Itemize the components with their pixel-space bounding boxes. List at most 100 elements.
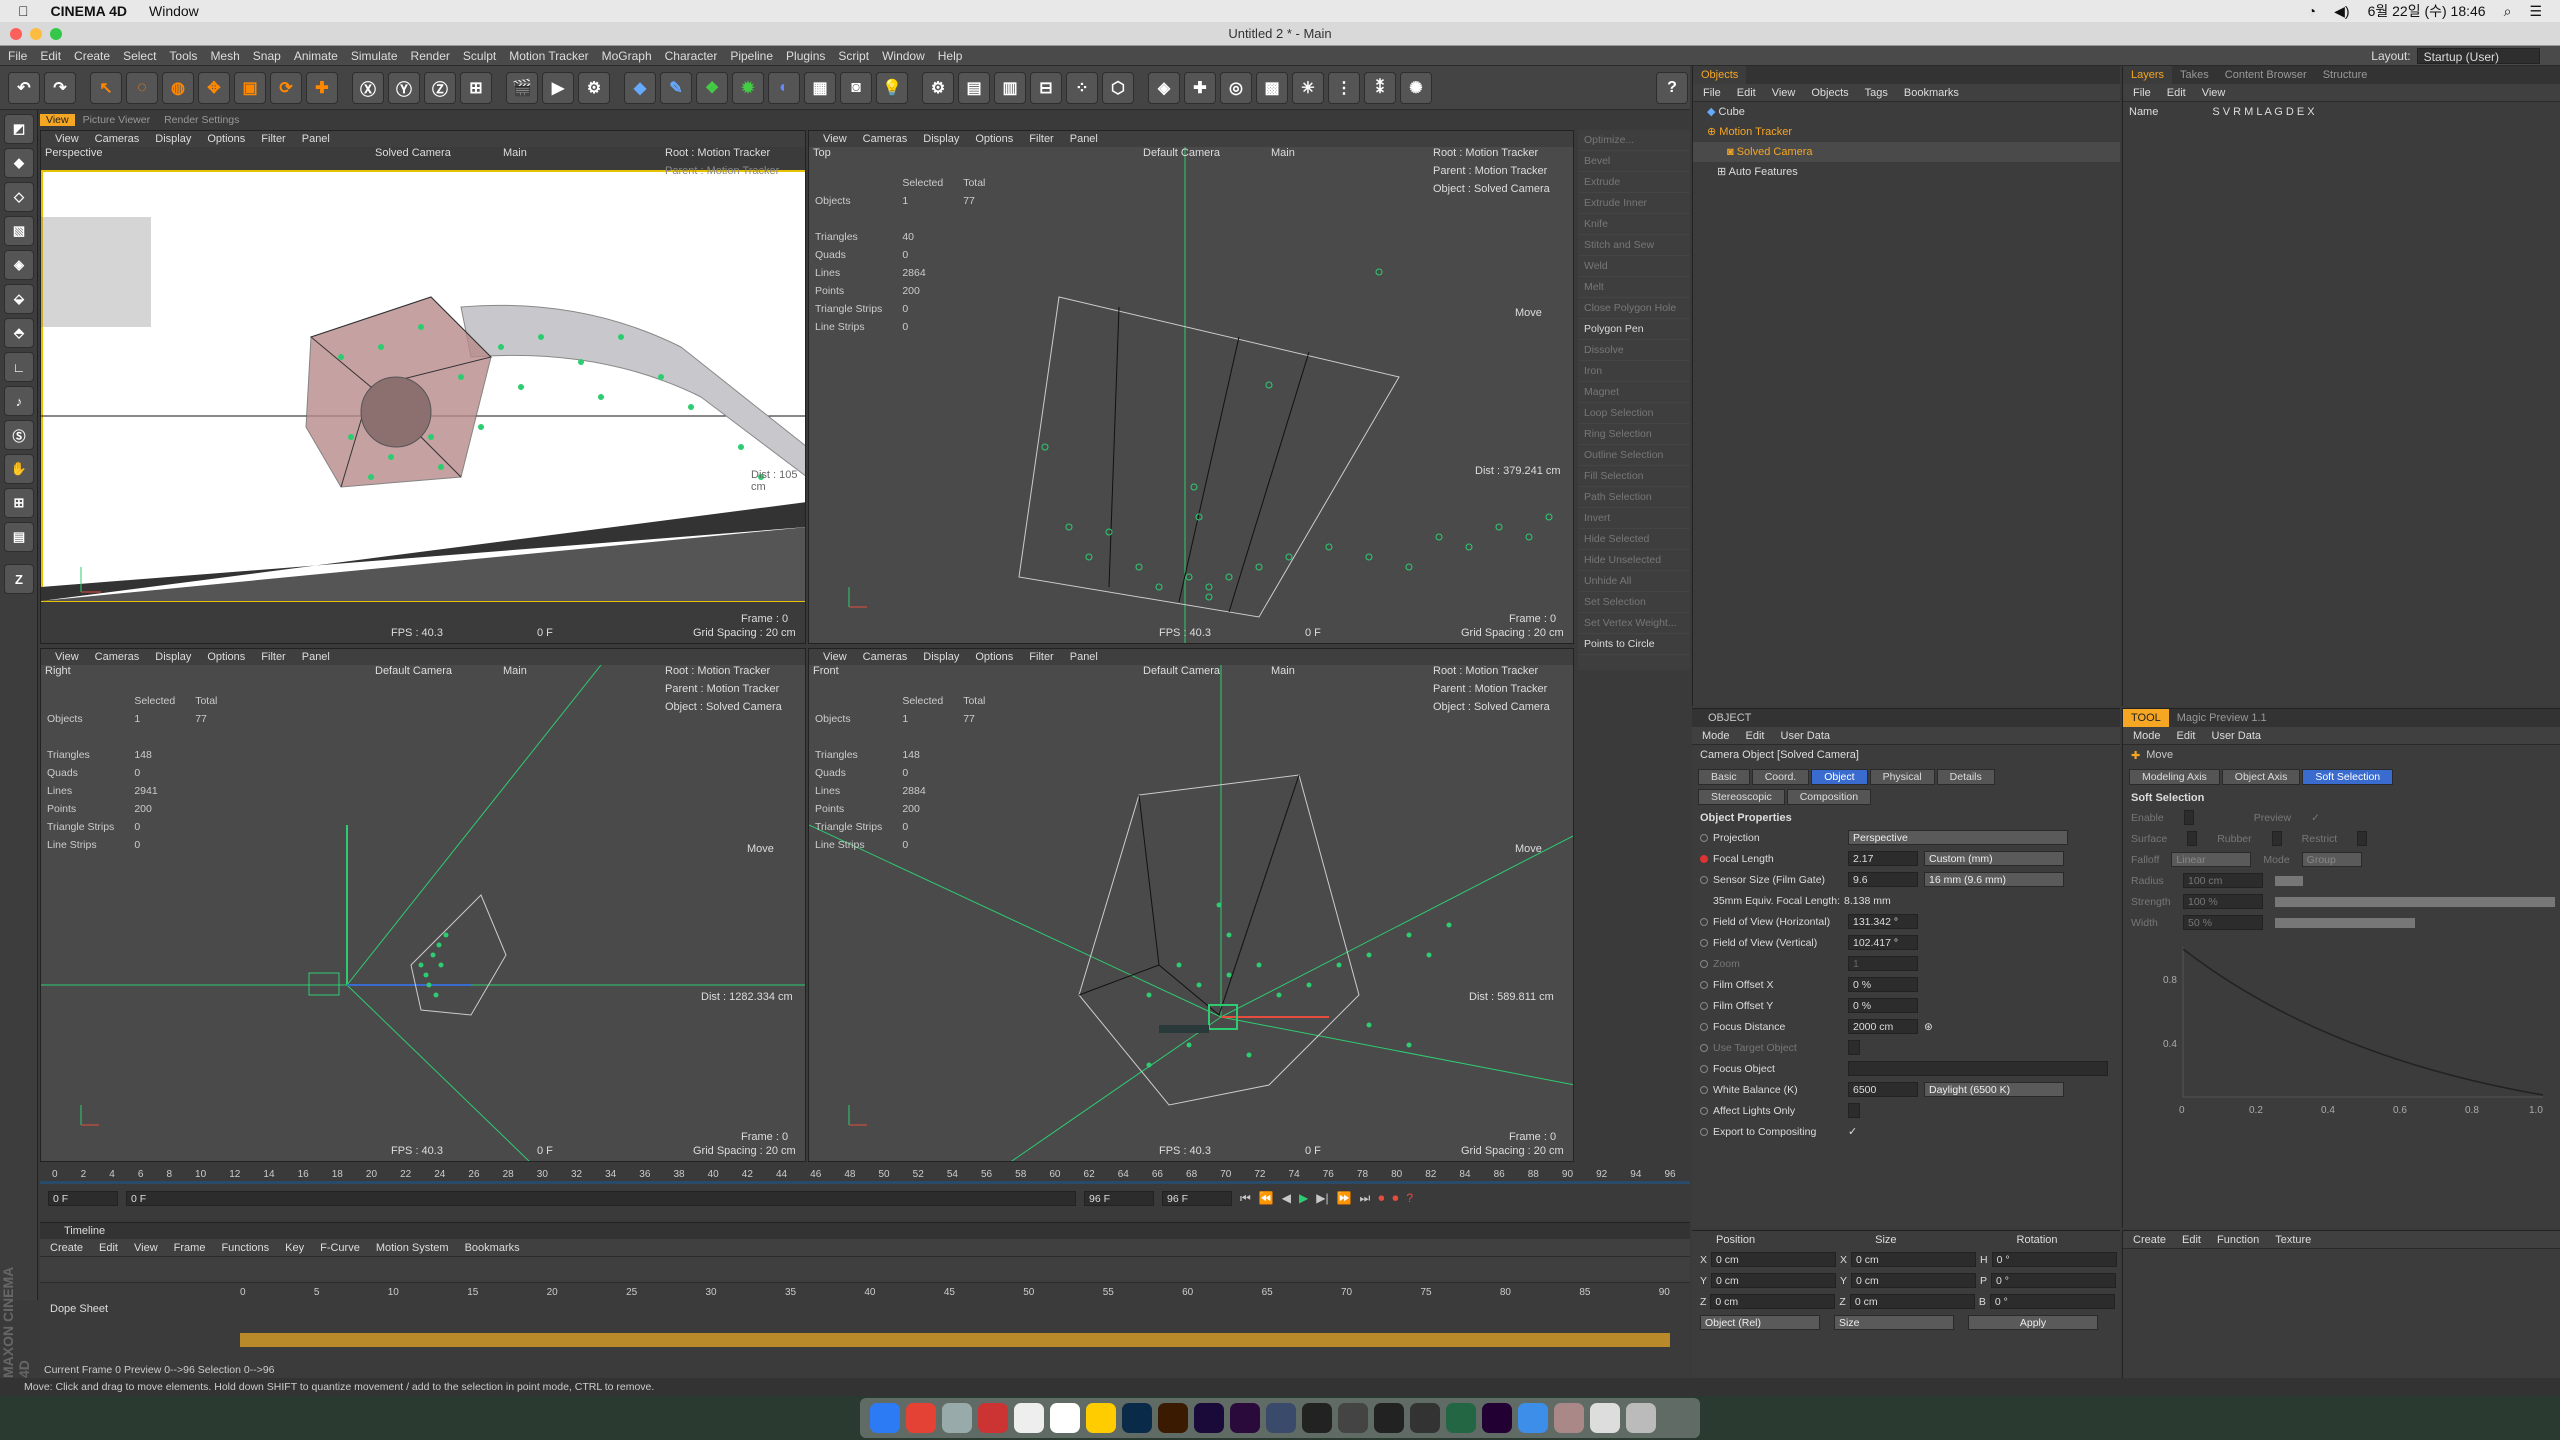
spline-pen-icon[interactable]: ✎ (660, 71, 692, 104)
focus-object-field[interactable] (1848, 1061, 2108, 1076)
soft-selection-icon[interactable]: ✋ (4, 454, 34, 484)
vp-menu-panel[interactable]: Panel (1070, 651, 1098, 663)
attr-menu-edit[interactable]: Edit (1746, 730, 1765, 742)
attr-tab-coord[interactable]: Coord. (1751, 769, 1810, 785)
goto-start-icon[interactable]: ⏮ (1240, 1191, 1251, 1206)
vp-menu-view[interactable]: View (55, 651, 79, 663)
cmd-melt[interactable]: Melt (1578, 277, 1690, 298)
obj-menu-edit[interactable]: Edit (1737, 87, 1756, 99)
menu-help[interactable]: Help (938, 49, 963, 63)
play-icon[interactable]: ▶ (1299, 1191, 1308, 1205)
folder-icon[interactable] (1518, 1403, 1548, 1433)
zoom-window-button[interactable] (50, 28, 62, 40)
dope-menu-create[interactable]: Create (50, 1242, 83, 1254)
falloff-graph[interactable]: 0.8 0.4 0 0.2 0.4 0.6 0.8 1.0 (2123, 937, 2553, 1117)
cmd-bevel[interactable]: Bevel (1578, 151, 1690, 172)
texture-icon[interactable]: ◇ (4, 182, 34, 212)
light-icon[interactable]: 💡 (876, 71, 908, 104)
cmd-fill-selection[interactable]: Fill Selection (1578, 466, 1690, 487)
tool-menu-edit[interactable]: Edit (2177, 730, 2196, 742)
vp-menu-filter[interactable]: Filter (1029, 133, 1053, 145)
volume-icon[interactable]: ◀) (2334, 3, 2349, 20)
layer-menu-view[interactable]: View (2202, 87, 2226, 99)
preview-checkbox[interactable]: ✓ (2311, 812, 2320, 824)
cmd-iron[interactable]: Iron (1578, 361, 1690, 382)
tweak-mode-icon[interactable]: ◎ (1220, 71, 1252, 104)
vp-menu-filter[interactable]: Filter (1029, 651, 1053, 663)
dope-menu-functions[interactable]: Functions (221, 1242, 269, 1254)
radius-slider[interactable] (2275, 875, 2303, 886)
document-icon[interactable] (1590, 1403, 1620, 1433)
fov-horizontal-input[interactable]: 131.342 ° (1848, 914, 1918, 929)
object-auto-features[interactable]: ⊞ Auto Features (1693, 162, 2120, 182)
tab-structure[interactable]: Structure (2315, 66, 2376, 84)
focal-length-preset[interactable]: Custom (mm) (1924, 851, 2064, 866)
coord-mode-select[interactable]: Object (Rel) (1700, 1315, 1820, 1330)
tool-menu-mode[interactable]: Mode (2133, 730, 2161, 742)
redo-icon[interactable]: ↷ (44, 71, 76, 104)
menu-mesh[interactable]: Mesh (210, 49, 239, 63)
viewport-main[interactable]: Main (1271, 147, 1295, 159)
size-x-input[interactable]: 0 cm (1851, 1252, 1977, 1267)
dope-menu-motion-system[interactable]: Motion System (376, 1242, 449, 1254)
strength-slider[interactable] (2275, 896, 2555, 907)
minimize-window-button[interactable] (30, 28, 42, 40)
position-x-input[interactable]: 0 cm (1711, 1252, 1837, 1267)
attr-tab-basic[interactable]: Basic (1698, 769, 1750, 785)
tool-tab-modeling-axis[interactable]: Modeling Axis (2129, 769, 2220, 785)
use-target-object-checkbox[interactable] (1848, 1040, 1860, 1055)
viewport-front[interactable]: View Cameras Display Options Filter Pane… (808, 648, 1574, 1162)
vp-menu-options[interactable]: Options (207, 133, 245, 145)
object-motion-tracker[interactable]: ⊕ Motion Tracker (1693, 122, 2120, 142)
focal-length-input[interactable]: 2.17 (1848, 851, 1918, 866)
next-frame-icon[interactable]: ▶| (1316, 1191, 1328, 1205)
cmd-points-to-circle[interactable]: Points to Circle (1578, 634, 1690, 655)
fov-vertical-input[interactable]: 102.417 ° (1848, 935, 1918, 950)
object-cube[interactable]: ◆ Cube (1693, 102, 2120, 122)
lasso-selection-icon[interactable]: ◍ (162, 71, 194, 104)
viewport-main[interactable]: Main (1271, 665, 1295, 677)
coordinate-system-icon[interactable]: ⊞ (460, 71, 492, 104)
snap-icon[interactable]: Ⓢ (4, 420, 34, 450)
preview-range-start[interactable]: 0 F (126, 1190, 1076, 1206)
enable-axis-icon[interactable]: ✚ (1184, 71, 1216, 104)
after-effects-icon[interactable] (1194, 1403, 1224, 1433)
radius-input[interactable]: 100 cm (2183, 873, 2263, 888)
model-icon[interactable]: ◆ (4, 148, 34, 178)
attr-tab-stereoscopic[interactable]: Stereoscopic (1698, 789, 1785, 805)
rotate-tool-icon[interactable]: ⟳ (270, 71, 302, 104)
lock-workplane-icon[interactable]: ▤ (4, 522, 34, 552)
y-axis-lock-icon[interactable]: Ⓨ (388, 71, 420, 104)
photoshop-icon[interactable] (1122, 1403, 1152, 1433)
camera-icon[interactable]: ◙ (840, 71, 872, 104)
menu-file[interactable]: File (8, 49, 27, 63)
vp-menu-view[interactable]: View (823, 651, 847, 663)
viewport-camera[interactable]: Default Camera (1143, 665, 1220, 677)
film-offset-y-input[interactable]: 0 % (1848, 998, 1918, 1013)
dope-track[interactable] (240, 1333, 1670, 1347)
x-axis-lock-icon[interactable]: Ⓧ (352, 71, 384, 104)
viewport-camera[interactable]: Solved Camera (375, 147, 451, 159)
vp-menu-panel[interactable]: Panel (1070, 133, 1098, 145)
attr-tab-composition[interactable]: Composition (1786, 789, 1872, 805)
tab-objects[interactable]: Objects (1693, 66, 1747, 84)
edit-render-settings-icon[interactable]: ⚙ (578, 71, 610, 104)
vp-menu-cameras[interactable]: Cameras (863, 651, 908, 663)
goto-end-icon[interactable]: ⏭ (1360, 1191, 1371, 1206)
vp-menu-panel[interactable]: Panel (302, 133, 330, 145)
obj-menu-view[interactable]: View (1772, 87, 1796, 99)
menu-simulate[interactable]: Simulate (351, 49, 398, 63)
menu-pipeline[interactable]: Pipeline (730, 49, 773, 63)
vp-menu-panel[interactable]: Panel (302, 651, 330, 663)
position-y-input[interactable]: 0 cm (1711, 1273, 1837, 1288)
vp-menu-display[interactable]: Display (155, 651, 191, 663)
menu-mograph[interactable]: MoGraph (602, 49, 652, 63)
current-frame-field[interactable]: 0 F (48, 1190, 118, 1206)
rotation-p-input[interactable]: 0 ° (1991, 1273, 2117, 1288)
vp-menu-options[interactable]: Options (975, 651, 1013, 663)
chrome-icon[interactable] (906, 1403, 936, 1433)
cmd-invert[interactable]: Invert (1578, 508, 1690, 529)
menu-window[interactable]: Window (882, 49, 925, 63)
render-picture-viewer-icon[interactable]: ▶ (542, 71, 574, 104)
size-y-input[interactable]: 0 cm (1851, 1273, 1977, 1288)
